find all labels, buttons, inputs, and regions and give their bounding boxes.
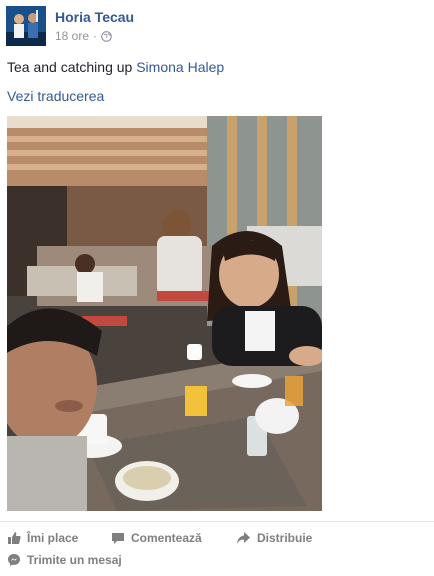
post-text-body: Tea and catching up [7, 59, 137, 75]
comment-label: Comentează [131, 531, 202, 545]
share-arrow-icon [237, 532, 250, 544]
messenger-icon [8, 554, 20, 566]
globe-icon[interactable] [101, 30, 112, 42]
post-timestamp[interactable]: 18 ore [55, 29, 89, 43]
actions-divider [0, 521, 434, 522]
facebook-post: Horia Tecau 18 ore · Tea and catching up… [0, 0, 434, 576]
like-button[interactable]: Îmi place [7, 529, 78, 547]
avatar-image [6, 6, 46, 46]
message-label: Trimite un mesaj [27, 553, 122, 567]
post-text: Tea and catching up Simona Halep [7, 59, 224, 75]
send-message-button[interactable]: Trimite un mesaj [7, 551, 122, 569]
meta-separator: · [93, 29, 98, 43]
post-meta: 18 ore · [55, 29, 112, 43]
thumbs-up-icon [8, 532, 21, 544]
mention-link[interactable]: Simona Halep [136, 59, 224, 75]
author-name[interactable]: Horia Tecau [55, 9, 134, 25]
like-label: Îmi place [27, 531, 79, 545]
post-photo[interactable] [7, 116, 322, 511]
see-translation-link[interactable]: Vezi traducerea [7, 88, 104, 104]
share-button[interactable]: Distribuie [236, 529, 312, 547]
share-label: Distribuie [257, 531, 313, 545]
comment-button[interactable]: Comentează [111, 529, 202, 547]
comment-icon [112, 533, 124, 544]
photo-image [7, 116, 322, 511]
author-avatar[interactable] [6, 6, 46, 46]
